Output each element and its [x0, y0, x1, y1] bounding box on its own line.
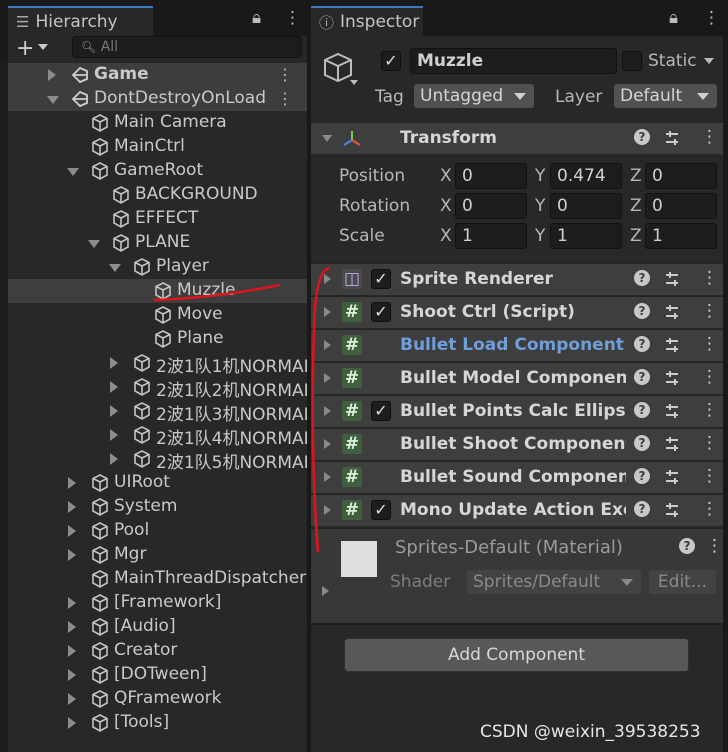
annotation-bracket — [311, 266, 331, 553]
annotation-underline — [153, 283, 281, 302]
annotation-overlay — [153, 266, 331, 553]
watermark: CSDN @weixin_39538253 — [480, 722, 701, 742]
